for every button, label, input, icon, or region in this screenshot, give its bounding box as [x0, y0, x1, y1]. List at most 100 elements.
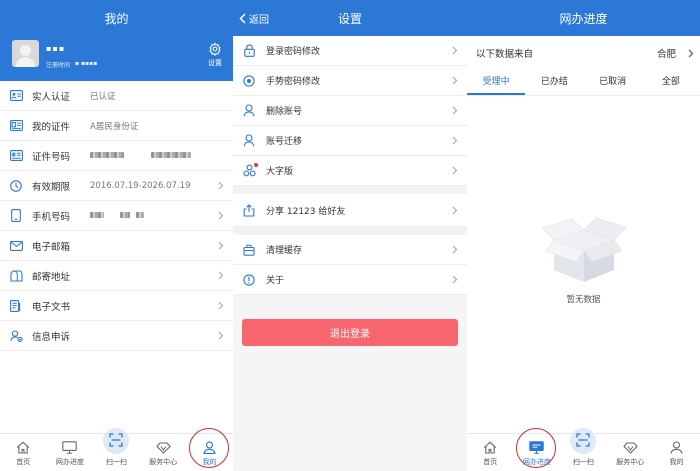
tab-label: 服务中心 [616, 458, 645, 466]
profile-header: ▪▪▪ 注册时间 ▪ ▪▪▪▪ 设置 [0, 36, 233, 81]
back-button[interactable]: 返回 [239, 0, 269, 36]
row-info-appeal[interactable]: 信息申诉 [0, 321, 233, 351]
user-remove-icon [242, 104, 256, 118]
setting-login-password[interactable]: 登录密码修改 [233, 36, 467, 66]
bottom-tabbar: 首页 网办进度 扫一扫 服务中心 我的 [467, 428, 700, 471]
home-icon [484, 441, 497, 454]
mail-icon [9, 239, 23, 253]
setting-about[interactable]: 关于 [233, 265, 467, 295]
progress-panel: 网办进度 以下数据来自 合肥 受理中 已办结 已取消 全部 暂无数据 首页 网办… [467, 0, 700, 471]
setting-large-font[interactable]: 大字版 [233, 156, 467, 186]
setting-label: 登录密码修改 [266, 47, 321, 57]
row-email[interactable]: 电子邮箱 [0, 231, 233, 261]
city-name: 合肥 [656, 49, 676, 60]
scan-bubble [570, 428, 597, 454]
empty-state: 暂无数据 [467, 212, 700, 305]
home-icon [17, 441, 30, 454]
tab-all[interactable]: 全部 [642, 70, 700, 95]
row-my-document[interactable]: 我的证件 A居民身份证 [0, 111, 233, 141]
row-label: 有效期限 [32, 181, 71, 193]
clock-icon [9, 179, 23, 193]
row-id-number[interactable]: 证件号码 [0, 141, 233, 171]
register-time: 注册时间 ▪ ▪▪▪▪ [46, 60, 97, 69]
chevron-right-icon [452, 46, 458, 55]
tab-label: 服务中心 [149, 458, 178, 466]
settings-button[interactable]: 设置 [205, 42, 225, 68]
row-e-document[interactable]: 电子文书 [0, 291, 233, 321]
tab-processing[interactable]: 受理中 [467, 70, 526, 95]
gear-icon [209, 42, 221, 56]
row-validity[interactable]: 有效期限 2016.07.19-2026.07.19 [0, 171, 233, 201]
row-label: 邮寄地址 [32, 271, 71, 283]
tab-service[interactable]: 服务中心 [607, 434, 654, 471]
masked-phone-value [90, 211, 144, 221]
row-value: A居民身份证 [90, 121, 139, 132]
row-label: 实人认证 [32, 91, 71, 103]
chevron-right-icon [452, 76, 458, 85]
chevron-right-icon [452, 166, 458, 175]
settings-group-share: 分享 12123 给好友 [233, 194, 467, 227]
chevron-right-icon [452, 136, 458, 145]
logout-button[interactable]: 退出登录 [242, 319, 458, 346]
tab-label: 首页 [16, 458, 31, 466]
person-icon [670, 441, 683, 454]
empty-box-icon [540, 217, 627, 282]
setting-label: 关于 [266, 276, 285, 286]
chevron-right-icon [218, 181, 224, 190]
lock-icon [242, 44, 256, 58]
profile-topbar: 我的 [0, 0, 233, 36]
tab-home[interactable]: 首页 [467, 434, 514, 471]
tab-scan[interactable]: 扫一扫 [93, 428, 140, 471]
setting-delete-account[interactable]: 删除账号 [233, 96, 467, 126]
tab-label: 扫一扫 [572, 458, 594, 466]
chevron-right-icon [452, 106, 458, 115]
page-title: 网办进度 [559, 11, 608, 26]
setting-clear-cache[interactable]: 清理缓存 [233, 235, 467, 265]
empty-text: 暂无数据 [566, 295, 601, 305]
city-selector[interactable]: 合肥 [657, 46, 694, 60]
document-icon [9, 119, 23, 133]
register-time-label: 注册时间 [46, 62, 71, 69]
tab-home[interactable]: 首页 [0, 434, 47, 471]
page-title: 我的 [104, 11, 129, 26]
avatar[interactable] [12, 40, 39, 67]
scan-icon [576, 432, 591, 447]
setting-gesture-password[interactable]: 手势密码修改 [233, 66, 467, 96]
appeal-icon [9, 329, 23, 343]
chevron-right-icon [452, 206, 458, 215]
row-mail-address[interactable]: 邮寄地址 [0, 261, 233, 291]
chevron-right-icon [218, 271, 224, 280]
row-label: 信息申诉 [32, 331, 71, 343]
chevron-right-icon [688, 49, 694, 57]
setting-label: 账号迁移 [266, 137, 303, 147]
data-source-bar[interactable]: 以下数据来自 合肥 [467, 36, 700, 70]
tab-service[interactable]: 服务中心 [140, 434, 187, 471]
row-value: 已认证 [90, 91, 116, 102]
id-number-icon [9, 149, 23, 163]
chevron-right-icon [452, 275, 458, 284]
user-transfer-icon [242, 134, 256, 148]
tab-mine[interactable]: 我的 [653, 434, 700, 471]
row-phone[interactable]: 手机号码 [0, 201, 233, 231]
tab-label: 扫一扫 [105, 458, 127, 466]
status-tabs: 受理中 已办结 已取消 全部 [467, 70, 700, 96]
section-gap [233, 227, 467, 235]
info-icon [242, 273, 256, 287]
masked-id-value [90, 151, 192, 161]
setting-share[interactable]: 分享 12123 给好友 [233, 194, 467, 227]
settings-group-account: 登录密码修改 手势密码修改 删除账号 账号迁移 大字版 [233, 36, 467, 186]
progress-topbar: 网办进度 [467, 0, 700, 36]
chevron-right-icon [218, 331, 224, 340]
row-label: 电子文书 [32, 301, 71, 313]
setting-account-migration[interactable]: 账号迁移 [233, 126, 467, 156]
setting-label: 大字版 [266, 167, 294, 177]
tab-label: 首页 [483, 458, 498, 466]
tab-scan[interactable]: 扫一扫 [560, 428, 607, 471]
data-source-label: 以下数据来自 [476, 49, 534, 60]
settings-label: 设置 [208, 59, 222, 67]
chevron-right-icon [218, 301, 224, 310]
row-real-name-auth[interactable]: 实人认证 已认证 [0, 81, 233, 111]
tab-progress[interactable]: 网办进度 [47, 434, 94, 471]
tab-cancelled[interactable]: 已取消 [584, 70, 642, 95]
tab-completed[interactable]: 已办结 [525, 70, 583, 95]
